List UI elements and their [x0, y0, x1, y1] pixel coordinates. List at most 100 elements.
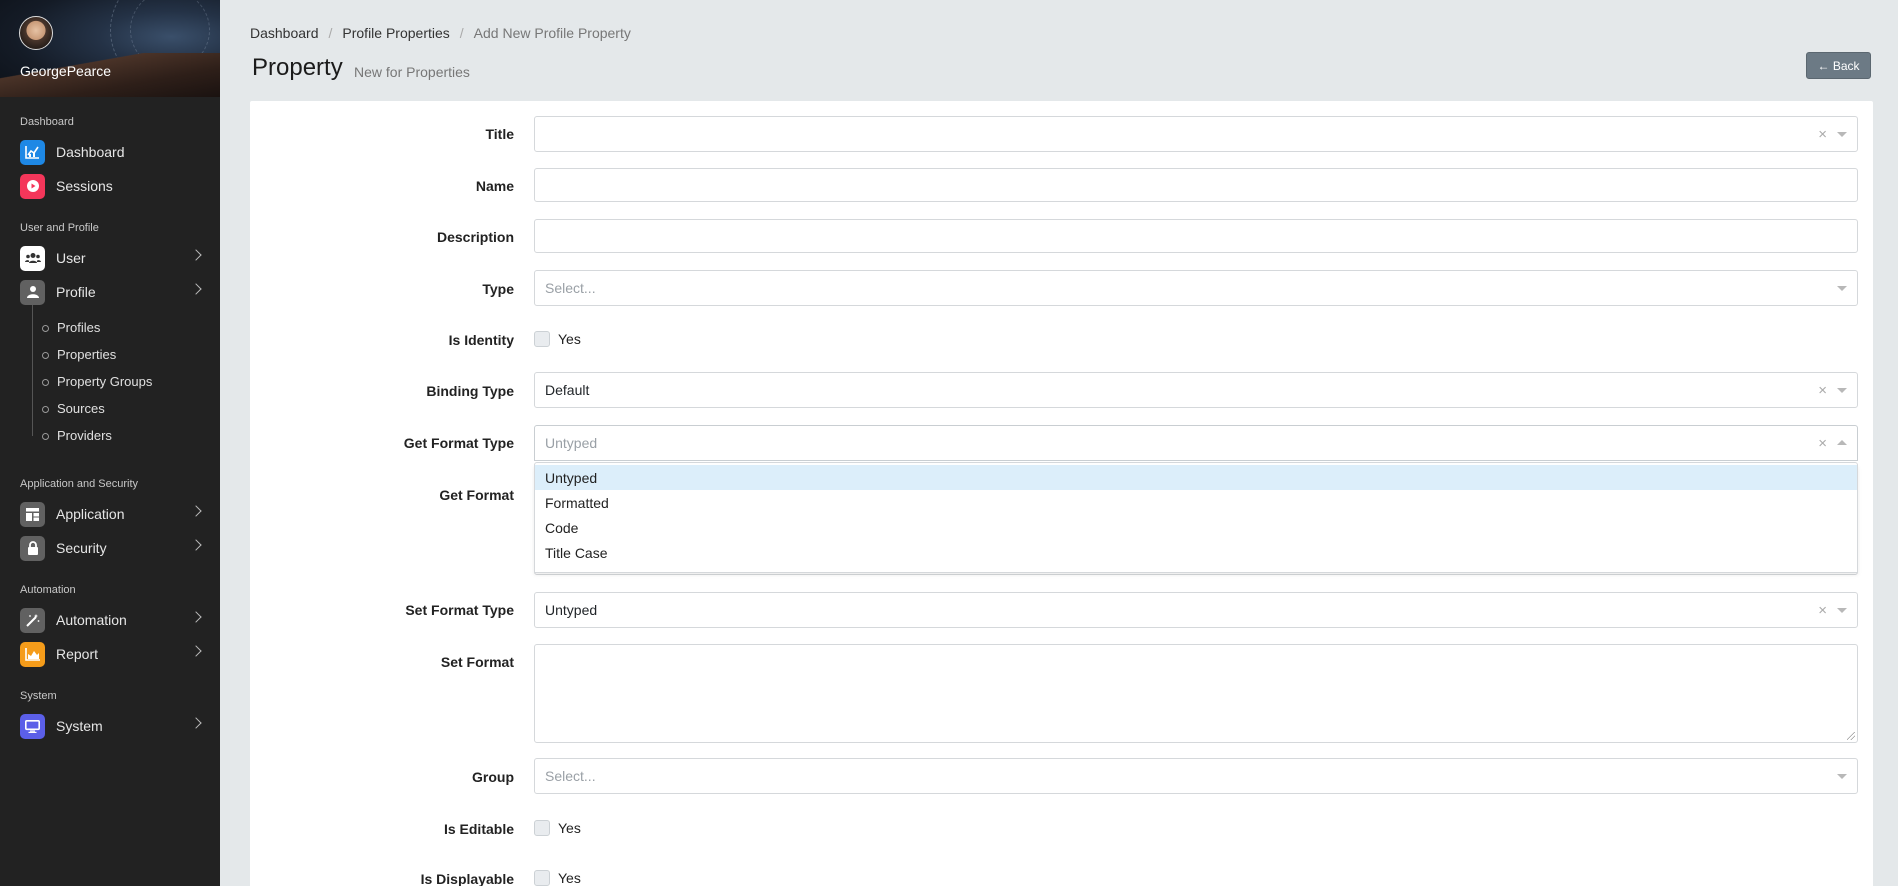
resize-handle[interactable]	[1847, 732, 1855, 740]
chevron-down-icon[interactable]	[1837, 774, 1847, 779]
page-title: Property	[252, 54, 343, 81]
dropdown-option-untyped[interactable]: Untyped	[535, 465, 1857, 490]
description-input[interactable]	[534, 219, 1858, 253]
is-identity-label: Is Identity	[448, 332, 514, 348]
dashboard-chart-icon	[20, 139, 45, 165]
binding-type-select[interactable]: Default ×	[534, 372, 1858, 408]
wand-icon	[20, 607, 45, 633]
sidebar-item-label: Dashboard	[56, 144, 125, 160]
sidebar-item-application[interactable]: Application	[20, 501, 202, 527]
title-select[interactable]: ×	[534, 116, 1858, 152]
sidebar-item-profile[interactable]: Profile	[20, 279, 202, 305]
sidebar-item-security[interactable]: Security	[20, 535, 202, 561]
submenu-guide-line	[32, 305, 33, 436]
breadcrumb-dashboard[interactable]: Dashboard	[250, 25, 319, 41]
set-format-type-value: Untyped	[545, 602, 598, 618]
clear-icon[interactable]: ×	[1818, 126, 1827, 143]
sidebar-subitem-property-groups[interactable]: Property Groups	[41, 374, 152, 389]
dropdown-option-title-case[interactable]: Title Case	[535, 540, 1857, 565]
chevron-down-icon[interactable]	[1837, 388, 1847, 393]
chevron-down-icon[interactable]	[1837, 608, 1847, 613]
chevron-right-icon	[190, 505, 202, 517]
dropdown-option-code[interactable]: Code	[535, 515, 1857, 540]
chevron-right-icon	[190, 717, 202, 729]
sidebar-subitem-sources[interactable]: Sources	[42, 401, 105, 416]
breadcrumb-current: Add New Profile Property	[473, 25, 631, 41]
nav-section-system: System	[20, 690, 57, 702]
get-format-type-dropdown: Untyped Formatted Code Title Case	[534, 465, 1858, 573]
chevron-right-icon	[190, 611, 202, 623]
sidebar-item-user[interactable]: User	[20, 245, 202, 271]
get-format-type-label: Get Format Type	[403, 435, 514, 451]
breadcrumb-separator: /	[459, 25, 464, 41]
description-label: Description	[436, 229, 514, 245]
sidebar-item-label: System	[56, 718, 103, 734]
title-label: Title	[485, 126, 514, 142]
group-select[interactable]: Select...	[534, 758, 1858, 794]
nav-section-dashboard: Dashboard	[20, 116, 74, 128]
clear-icon[interactable]: ×	[1818, 382, 1827, 399]
binding-type-label: Binding Type	[426, 383, 514, 399]
sidebar-item-dashboard[interactable]: Dashboard	[20, 139, 200, 165]
breadcrumb-separator: /	[328, 25, 333, 41]
nav-section-user-profile: User and Profile	[20, 222, 99, 234]
sidebar-subitem-providers[interactable]: Providers	[42, 428, 112, 443]
sidebar-item-label: Report	[56, 646, 99, 662]
group-label: Group	[472, 769, 514, 785]
sidebar: GeorgePearce Dashboard Dashboard Session…	[0, 0, 220, 886]
is-editable-label: Is Editable	[443, 821, 514, 837]
lock-icon	[20, 535, 45, 561]
chevron-down-icon[interactable]	[1837, 286, 1847, 291]
is-editable-checkbox[interactable]	[534, 820, 550, 836]
chevron-right-icon	[190, 539, 202, 551]
avatar[interactable]	[19, 16, 53, 50]
clear-icon[interactable]: ×	[1818, 602, 1827, 619]
is-displayable-label: Is Displayable	[420, 871, 514, 886]
set-format-label: Set Format	[440, 654, 514, 670]
sidebar-item-label: User	[56, 250, 86, 266]
name-input[interactable]	[534, 168, 1858, 202]
get-format-label: Get Format	[439, 487, 514, 503]
sidebar-subitem-profiles[interactable]: Profiles	[41, 320, 100, 335]
chevron-right-icon	[190, 645, 202, 657]
chevron-right-icon	[190, 249, 202, 261]
application-icon	[20, 501, 45, 527]
is-editable-yes-label[interactable]: Yes	[558, 820, 581, 836]
type-select-placeholder: Select...	[545, 280, 596, 296]
monitor-icon	[20, 713, 45, 739]
nav-section-automation: Automation	[20, 584, 76, 596]
breadcrumb-profile-properties[interactable]: Profile Properties	[342, 25, 449, 41]
is-displayable-yes-label[interactable]: Yes	[558, 870, 581, 886]
get-format-type-select[interactable]: Untyped ×	[534, 425, 1858, 461]
sidebar-subitem-properties[interactable]: Properties	[41, 347, 116, 362]
sidebar-item-label: Profile	[56, 284, 96, 300]
profile-header: GeorgePearce	[0, 0, 220, 97]
is-identity-checkbox[interactable]	[534, 331, 550, 347]
sidebar-item-system[interactable]: System	[20, 713, 202, 739]
profile-icon	[20, 279, 45, 305]
sidebar-item-automation[interactable]: Automation	[20, 607, 202, 633]
report-chart-icon	[20, 641, 45, 667]
sidebar-item-sessions[interactable]: Sessions	[20, 173, 200, 199]
sidebar-item-label: Application	[56, 506, 125, 522]
set-format-textarea[interactable]	[534, 644, 1858, 743]
page-subtitle: New for Properties	[354, 64, 470, 80]
username[interactable]: GeorgePearce	[20, 63, 111, 79]
chevron-right-icon	[190, 283, 202, 295]
is-identity-yes-label[interactable]: Yes	[558, 331, 581, 347]
users-icon	[20, 245, 45, 271]
group-select-placeholder: Select...	[545, 768, 596, 784]
name-label: Name	[475, 178, 514, 194]
chevron-up-icon[interactable]	[1837, 440, 1847, 445]
record-icon	[20, 173, 45, 199]
sidebar-item-report[interactable]: Report	[20, 641, 202, 667]
chevron-down-icon[interactable]	[1837, 132, 1847, 137]
type-select[interactable]: Select...	[534, 270, 1858, 306]
sidebar-item-label: Automation	[56, 612, 127, 628]
back-button[interactable]: ← Back	[1806, 52, 1871, 79]
dropdown-option-formatted[interactable]: Formatted	[535, 490, 1857, 515]
type-label: Type	[482, 281, 514, 297]
is-displayable-checkbox[interactable]	[534, 870, 550, 886]
clear-icon[interactable]: ×	[1818, 435, 1827, 452]
set-format-type-select[interactable]: Untyped ×	[534, 592, 1858, 628]
